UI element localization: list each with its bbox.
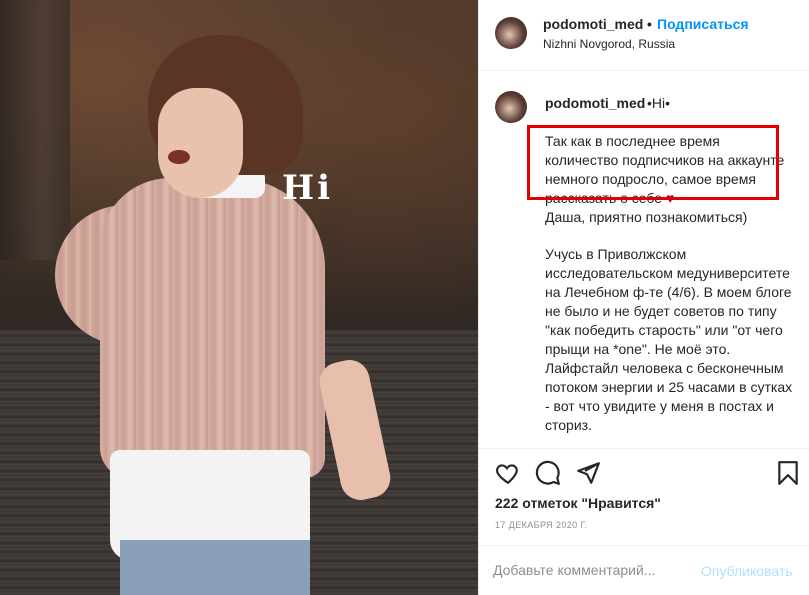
author-avatar[interactable] — [495, 17, 527, 49]
photo-jeans — [120, 540, 310, 595]
caption-username[interactable]: podomoti_med — [545, 95, 645, 111]
caption-paragraph-greeting: Даша, приятно познакомиться) — [545, 209, 748, 225]
caption-paragraph-about: Учусь в Приволжском исследовательском ме… — [545, 246, 793, 433]
post-photo[interactable]: Hi — [0, 0, 478, 595]
post-location[interactable]: Nizhni Novgorod, Russia — [543, 37, 675, 51]
comment-divider — [479, 545, 809, 546]
photo-sweater — [100, 178, 325, 478]
header-divider — [479, 70, 809, 71]
photo-overlay-text: Hi — [282, 168, 334, 208]
header-separator: • — [647, 16, 652, 32]
author-username[interactable]: podomoti_med — [543, 16, 643, 32]
photo-mouth — [168, 150, 190, 164]
post-side-panel: podomoti_med • Подписаться Nizhni Novgor… — [478, 0, 809, 595]
likes-count[interactable]: 222 отметок "Нравится" — [495, 495, 661, 511]
comment-icon[interactable] — [535, 460, 561, 486]
heart-icon[interactable] — [495, 460, 521, 486]
post-date[interactable]: 17 ДЕКАБРЯ 2020 Г. — [495, 520, 588, 530]
instagram-post-modal: Hi podomoti_med • Подписаться Nizhni Nov… — [0, 0, 809, 595]
highlight-box — [527, 125, 779, 200]
photo-face — [158, 88, 243, 198]
caption-tag: •Hi• — [647, 95, 671, 111]
bookmark-icon[interactable] — [775, 460, 801, 486]
actions-divider — [479, 448, 809, 449]
comment-input[interactable] — [493, 562, 693, 578]
photo-pillar — [0, 0, 70, 260]
publish-button[interactable]: Опубликовать — [701, 563, 793, 579]
caption-avatar[interactable] — [495, 91, 527, 123]
follow-button[interactable]: Подписаться — [657, 16, 749, 32]
share-icon[interactable] — [575, 460, 601, 486]
